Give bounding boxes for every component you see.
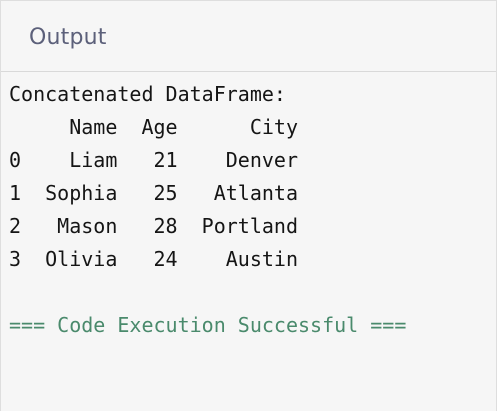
table-cell: 24 [117, 247, 178, 271]
table-cell: 21 [117, 148, 178, 172]
table-column-header: City [177, 115, 299, 139]
table-cell: Austin [177, 247, 299, 271]
table-row-index: 0 [9, 148, 22, 172]
table-cell: Denver [177, 148, 299, 172]
table-column-header: Name [21, 115, 118, 139]
table-cell: Liam [21, 148, 118, 172]
output-title: Output [29, 24, 107, 50]
output-panel: Output Concatenated DataFrame: Name Age … [0, 0, 497, 411]
table-cell: Olivia [21, 247, 118, 271]
table-row-index: 1 [9, 181, 22, 205]
table-index-header [9, 115, 21, 139]
table-body: 0 Liam 21 Denver 1 Sophia 25 Atlanta 2 Mas… [9, 144, 496, 276]
execution-status: === Code Execution Successful === [9, 313, 407, 337]
table-row: 2 Mason 28 Portland [9, 210, 496, 243]
table-column-header: Age [117, 115, 178, 139]
table-cell: Portland [177, 214, 299, 238]
table-header-row: Name Age City [9, 111, 496, 144]
table-row: 1 Sophia 25 Atlanta [9, 177, 496, 210]
table-row: 3 Olivia 24 Austin [9, 243, 496, 276]
table-cell: Atlanta [177, 181, 299, 205]
table-row-index: 2 [9, 214, 22, 238]
table-row-index: 3 [9, 247, 22, 271]
console-output: Concatenated DataFrame: Name Age City 0 … [1, 72, 496, 342]
table-cell: Sophia [21, 181, 118, 205]
table-row: 0 Liam 21 Denver [9, 144, 496, 177]
output-heading: Concatenated DataFrame: [9, 82, 286, 106]
table-cell: 25 [117, 181, 178, 205]
table-cell: 28 [117, 214, 178, 238]
table-cell: Mason [21, 214, 118, 238]
output-header: Output [1, 1, 496, 72]
